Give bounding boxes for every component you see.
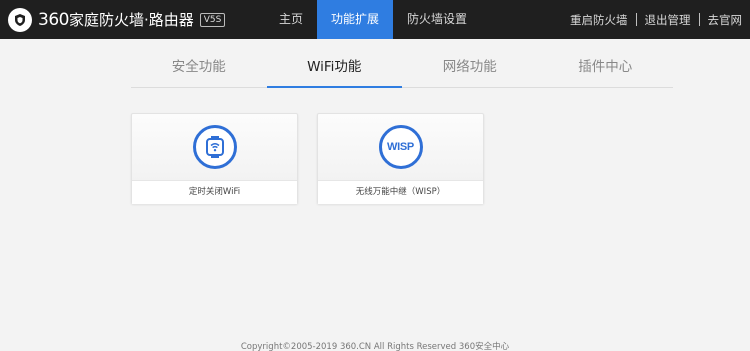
shield-logo-icon [8, 7, 32, 32]
model-badge: V5S [199, 12, 226, 27]
official-site-link[interactable]: 去官网 [700, 12, 750, 28]
card-icon-area: WISP [318, 114, 483, 180]
nav-firewall-settings[interactable]: 防火墙设置 [393, 0, 481, 39]
top-header-bar: 360家庭防火墙·路由器 V5S 主页 功能扩展 防火墙设置 重启防火墙 退出管… [0, 0, 750, 39]
logout-link[interactable]: 退出管理 [637, 12, 699, 28]
timer-wifi-icon [192, 125, 237, 169]
header-links: 重启防火墙 退出管理 去官网 [562, 0, 750, 39]
footer-copyright: Copyright©2005-2019 360.CN All Rights Re… [240, 342, 510, 351]
logo-number: 360 [38, 10, 69, 30]
logo-product-name: 家庭防火墙·路由器 [68, 11, 194, 29]
card-label: 定时关闭WiFi [132, 180, 297, 204]
wisp-icon-text: WISP [387, 141, 414, 153]
logo-text: 360家庭防火墙·路由器 [38, 9, 194, 30]
tab-security[interactable]: 安全功能 [131, 52, 267, 87]
nav-home[interactable]: 主页 [265, 0, 317, 39]
card-label: 无线万能中继（WISP） [318, 180, 483, 204]
wisp-icon: WISP [378, 125, 423, 169]
logo[interactable]: 360家庭防火墙·路由器 V5S [0, 0, 226, 39]
card-icon-area [132, 114, 297, 180]
nav-feature-extension[interactable]: 功能扩展 [317, 0, 394, 39]
main-nav: 主页 功能扩展 防火墙设置 [265, 0, 481, 39]
tab-wifi[interactable]: WiFi功能 [266, 52, 403, 88]
tab-plugin-center[interactable]: 插件中心 [538, 52, 674, 87]
restart-firewall-link[interactable]: 重启防火墙 [562, 12, 636, 28]
sub-tabs: 安全功能 WiFi功能 网络功能 插件中心 [131, 52, 673, 88]
tab-network[interactable]: 网络功能 [402, 52, 538, 87]
wisp-card[interactable]: WISP 无线万能中继（WISP） [317, 113, 484, 204]
timer-wifi-card[interactable]: 定时关闭WiFi [131, 113, 298, 204]
